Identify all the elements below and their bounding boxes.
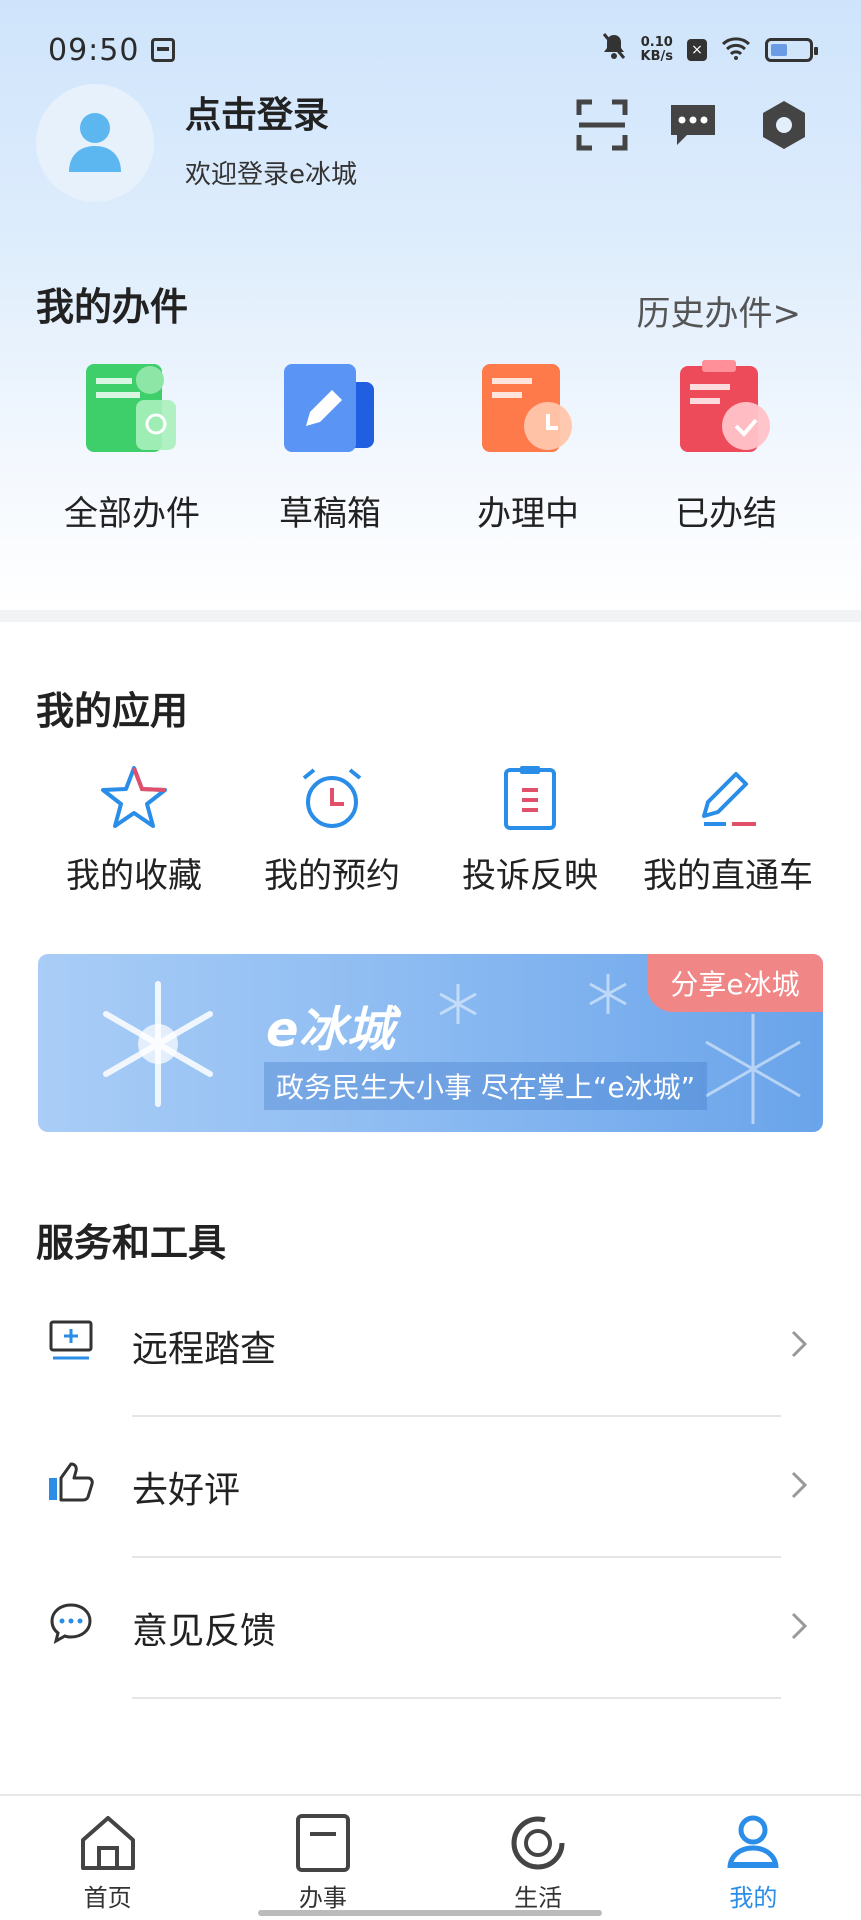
service-item-label: 意见反馈 [132,1611,277,1652]
case-item-label: 已办结 [675,494,777,534]
home-icon [80,1816,135,1870]
tab-mine[interactable]: 我的 [646,1796,861,1920]
login-title[interactable]: 点击登录 [185,86,329,138]
calendar-icon [151,38,176,62]
net-speed-value: 0.10 [640,35,673,50]
banner-slogan: 政务民生大小事 尽在掌上“e冰城” [264,1062,708,1110]
app-item-label: 我的收藏 [66,856,202,896]
net-speed-unit: KB/s [640,49,673,64]
pen-icon [702,772,756,826]
network-speed: 0.10 KB/s [641,36,673,64]
app-item-complaints[interactable]: 投诉反映 [431,762,629,897]
service-item-label: 远程踏查 [132,1329,277,1370]
app-item-label: 投诉反映 [462,856,598,896]
service-item-review[interactable]: 去好评 [0,1417,861,1558]
case-item-label: 全部办件 [64,494,200,534]
tab-label: 首页 [83,1884,132,1912]
my-apps-title: 我的应用 [36,689,189,733]
app-item-label: 我的直通车 [643,856,813,896]
home-indicator [258,1910,602,1916]
app-item-favorites[interactable]: 我的收藏 [35,762,233,897]
login-subtitle: 欢迎登录e冰城 [185,160,357,190]
completed-icon [680,360,770,452]
my-cases-title: 我的办件 [36,285,189,329]
remote-inspect-icon [46,1316,96,1366]
case-item-label: 草稿箱 [279,494,381,534]
tab-label: 办事 [298,1884,347,1912]
profile-header: 点击登录 欢迎登录e冰城 [0,80,861,230]
row-divider [132,1697,781,1699]
case-item-all[interactable]: 全部办件 [33,360,231,535]
tab-label: 生活 [514,1884,563,1912]
affairs-icon [295,1814,350,1872]
services-title: 服务和工具 [36,1221,227,1265]
history-cases-link[interactable]: 历史办件> [637,286,802,335]
settings-icon[interactable] [753,94,815,156]
processing-icon [482,364,572,452]
tab-affairs[interactable]: 办事 [215,1796,430,1920]
alarm-clock-icon [302,768,362,828]
promo-banner[interactable]: e冰城 政务民生大小事 尽在掌上“e冰城” 分享e冰城 [38,954,823,1132]
case-item-completed[interactable]: 已办结 [627,360,825,535]
status-icons: 0.10 KB/s × [601,32,818,68]
section-divider [0,610,861,622]
tab-label: 我的 [729,1884,778,1912]
chevron-right-icon [791,1330,808,1358]
life-icon [511,1816,565,1870]
wifi-icon [721,33,751,68]
my-cases-grid: 全部办件 草稿箱 办理中 已办结 [33,360,861,535]
feedback-chat-icon [46,1598,96,1648]
app-item-label: 我的预约 [264,856,400,896]
tab-life[interactable]: 生活 [431,1796,646,1920]
service-item-remote-inspect[interactable]: 远程踏查 [0,1276,861,1417]
banner-brand: e冰城 [266,1002,395,1058]
battery-icon [765,38,818,62]
message-icon[interactable] [662,94,724,156]
tab-home[interactable]: 首页 [0,1796,215,1920]
all-cases-icon [86,364,176,452]
thumbs-up-icon [46,1457,96,1507]
status-time: 09:50 [48,32,140,68]
chevron-right-icon [791,1471,808,1499]
app-item-direct-line[interactable]: 我的直通车 [629,762,827,897]
share-button[interactable]: 分享e冰城 [647,954,823,1012]
service-item-label: 去好评 [132,1470,241,1511]
profile-icon [727,1815,779,1869]
case-item-label: 办理中 [477,494,579,534]
star-icon [101,766,167,828]
draft-icon [284,364,374,452]
case-item-processing[interactable]: 办理中 [429,360,627,535]
mute-icon [601,32,627,68]
service-item-feedback[interactable]: 意见反馈 [0,1558,861,1699]
chevron-right-icon [791,1612,808,1640]
my-apps-grid: 我的收藏 我的预约 投诉反映 我的直通车 [35,762,861,897]
avatar-person-icon [69,113,121,172]
app-item-appointments[interactable]: 我的预约 [233,762,431,897]
bottom-tab-bar: 首页 办事 生活 我的 [0,1794,861,1920]
x-badge-icon: × [687,39,707,61]
scan-icon[interactable] [571,94,633,156]
avatar[interactable] [36,84,154,202]
case-item-draft[interactable]: 草稿箱 [231,360,429,535]
clipboard-icon [504,766,556,830]
